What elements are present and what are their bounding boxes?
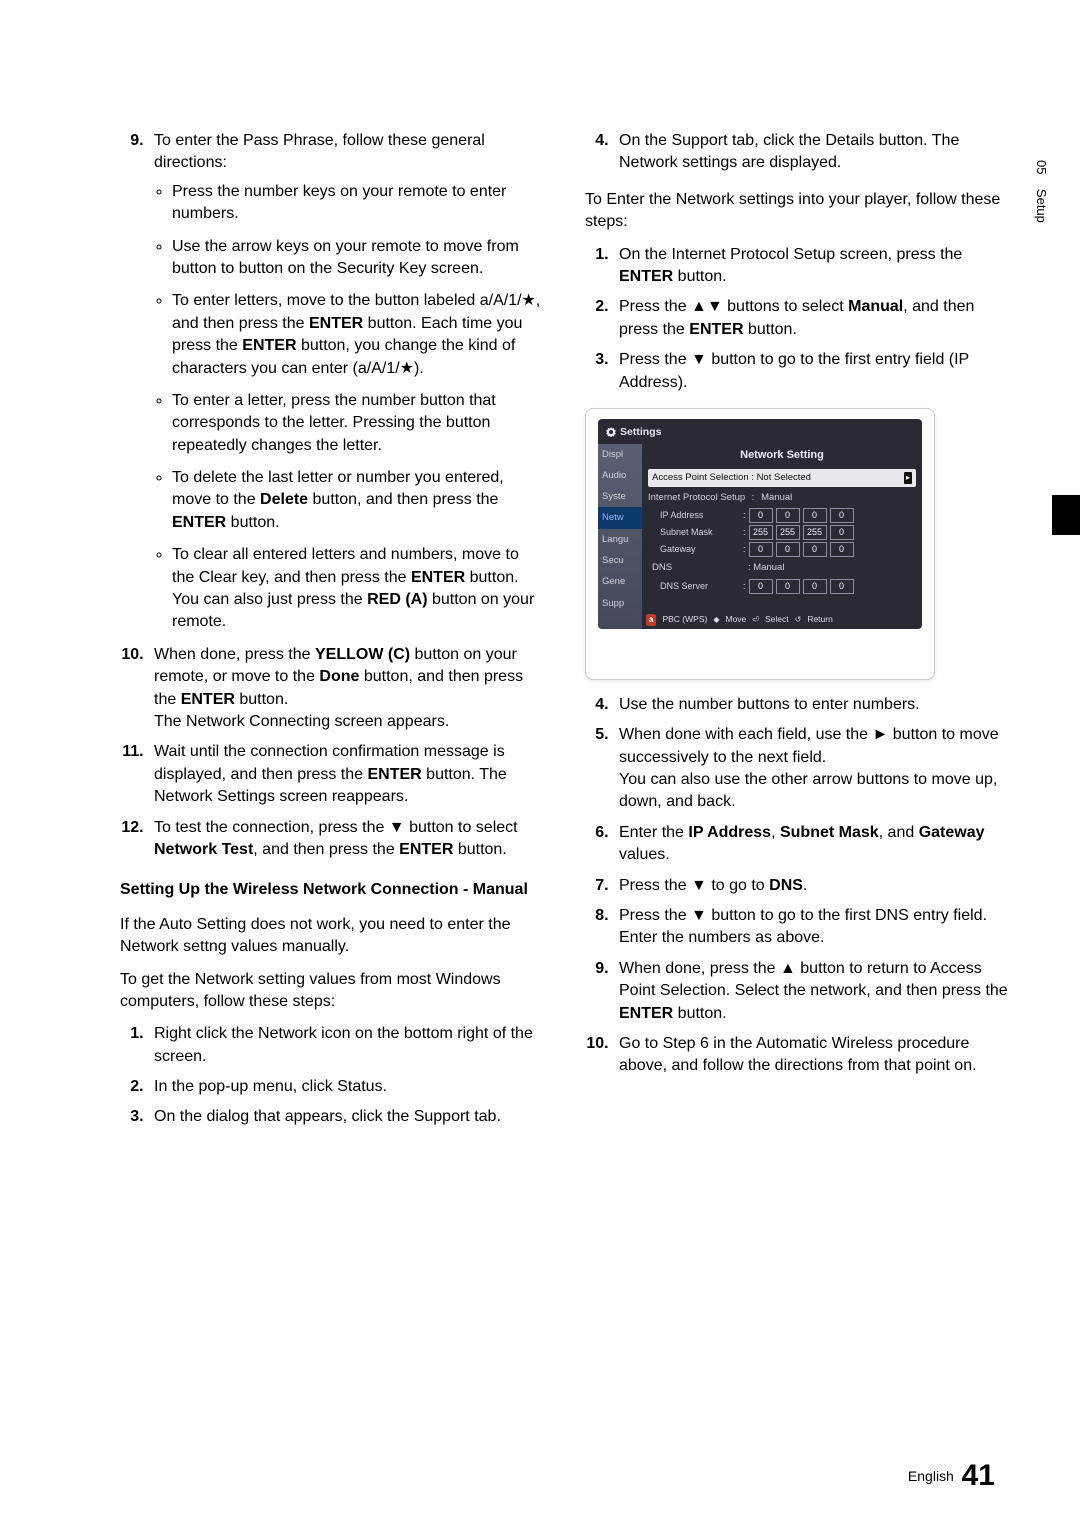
page-footer: English 41 (908, 1455, 995, 1497)
osd-screen: Settings DisplAudioSysteNetwLanguSecuGen… (598, 419, 922, 629)
osd-main: Network Setting Access Point Selection :… (642, 444, 922, 629)
bullet: To clear all entered letters and numbers… (172, 544, 545, 634)
osd-foot-select: Select (765, 614, 789, 626)
osd-dns-row: DNS : Manual (652, 561, 916, 574)
enter-icon: ⏎ (752, 614, 759, 625)
edge-tab (1052, 495, 1080, 535)
osd-footer: a PBC (WPS) ◆ Move ⏎ Select ↺ Return (646, 614, 916, 626)
footer-language: English (908, 1468, 954, 1484)
paragraph: To get the Network setting values from m… (120, 969, 545, 1014)
p-step-5: When done with each field, use the ► but… (613, 724, 1010, 814)
osd-body: DisplAudioSysteNetwLanguSecuGeneSupp Net… (598, 444, 922, 629)
osd-ip-row: Gateway: 0000 (660, 542, 916, 557)
ip-octet: 0 (830, 525, 854, 540)
section-heading: Setting Up the Wireless Network Connecti… (120, 879, 545, 901)
ip-octet: 0 (803, 508, 827, 523)
content-columns: To enter the Pass Phrase, follow these g… (120, 130, 1010, 1143)
steps-list-9: To enter the Pass Phrase, follow these g… (120, 130, 545, 861)
ip-octet: 0 (749, 508, 773, 523)
step-9-lead: To enter the Pass Phrase, follow these g… (154, 132, 485, 171)
steps-list-player-cont: Use the number buttons to enter numbers.… (585, 694, 1010, 1078)
bullet: Use the arrow keys on your remote to mov… (172, 236, 545, 281)
manual-page: 05 Setup To enter the Pass Phrase, follo… (0, 0, 1080, 1532)
step-10: When done, press the YELLOW (C) button o… (148, 644, 545, 734)
bullet: To delete the last letter or number you … (172, 467, 545, 534)
p-step-8: Press the ▼ button to go to the first DN… (613, 905, 1010, 950)
gear-icon (606, 427, 616, 437)
chapter-number: 05 (1034, 160, 1049, 174)
ip-octet: 0 (776, 542, 800, 557)
osd-ap-select: Access Point Selection : Not Selected ▸ (648, 469, 916, 487)
p-step-3: Press the ▼ button to go to the first en… (613, 349, 1010, 394)
left-column: To enter the Pass Phrase, follow these g… (120, 130, 545, 1143)
osd-foot-return: Return (807, 614, 833, 626)
ip-octet: 0 (830, 542, 854, 557)
a-key-icon: a (646, 614, 656, 625)
ip-octet: 255 (776, 525, 800, 540)
osd-sidebar-item: Displ (598, 444, 642, 465)
osd-header: Settings (598, 419, 922, 444)
p-step-10: Go to Step 6 in the Automatic Wireless p… (613, 1033, 1010, 1078)
osd-ip-row: IP Address: 0000 (660, 508, 916, 523)
chevron-right-icon: ▸ (904, 472, 912, 483)
win-step-4: On the Support tab, click the Details bu… (613, 130, 1010, 175)
osd-sidebar-item: Syste (598, 486, 642, 507)
intro-paragraph: To Enter the Network settings into your … (585, 189, 1010, 234)
osd-sidebar-item: Langu (598, 529, 642, 550)
p-step-7: Press the ▼ to go to DNS. (613, 875, 1010, 897)
ip-octet: 255 (749, 525, 773, 540)
osd-ip-row: Subnet Mask: 2552552550 (660, 525, 916, 540)
osd-sidebar-item: Secu (598, 550, 642, 571)
win-step-3: On the dialog that appears, click the Su… (148, 1106, 545, 1128)
return-icon: ↺ (795, 614, 802, 625)
osd-ips-row: Internet Protocol Setup : Manual (648, 491, 916, 504)
osd-ap-row: Access Point Selection : Not Selected ▸ (648, 469, 916, 487)
right-column: On the Support tab, click the Details bu… (585, 130, 1010, 1143)
ip-octet: 0 (749, 542, 773, 557)
ip-octet: 0 (776, 508, 800, 523)
updown-icon: ◆ (713, 614, 719, 625)
osd-foot-pbc: PBC (WPS) (662, 614, 707, 626)
bullet: Press the number keys on your remote to … (172, 181, 545, 226)
p-step-1: On the Internet Protocol Setup screen, p… (613, 244, 1010, 289)
osd-figure: Settings DisplAudioSysteNetwLanguSecuGen… (585, 408, 935, 680)
osd-foot-move: Move (725, 614, 746, 626)
step-11: Wait until the connection confirmation m… (148, 741, 545, 808)
osd-sidebar: DisplAudioSysteNetwLanguSecuGeneSupp (598, 444, 642, 629)
step-9: To enter the Pass Phrase, follow these g… (148, 130, 545, 634)
ip-octet: 0 (803, 542, 827, 557)
osd-panel-title: Network Setting (648, 448, 916, 463)
ip-octet: 255 (803, 525, 827, 540)
osd-header-title: Settings (620, 425, 661, 440)
step-12: To test the connection, press the ▼ butt… (148, 817, 545, 862)
win-step-1: Right click the Network icon on the bott… (148, 1023, 545, 1068)
ip-octet: 0 (830, 508, 854, 523)
step-9-bullets: Press the number keys on your remote to … (154, 181, 545, 634)
paragraph: If the Auto Setting does not work, you n… (120, 914, 545, 959)
steps-list-windows: Right click the Network icon on the bott… (120, 1023, 545, 1129)
bullet: To enter a letter, press the number butt… (172, 390, 545, 457)
osd-sidebar-item: Gene (598, 571, 642, 592)
osd-sidebar-item: Audio (598, 465, 642, 486)
win-step-2: In the pop-up menu, click Status. (148, 1076, 545, 1098)
p-step-2: Press the ▲▼ buttons to select Manual, a… (613, 296, 1010, 341)
side-tab: 05 Setup (1032, 160, 1050, 223)
osd-sidebar-item: Netw (598, 507, 642, 528)
p-step-4: Use the number buttons to enter numbers. (613, 694, 1010, 716)
osd-sidebar-item: Supp (598, 593, 642, 614)
chapter-title: Setup (1034, 189, 1049, 223)
footer-page-number: 41 (962, 1459, 995, 1492)
p-step-6: Enter the IP Address, Subnet Mask, and G… (613, 822, 1010, 867)
osd-dns-server-row: DNS Server: 0 0 0 0 (660, 579, 916, 594)
bullet: To enter letters, move to the button lab… (172, 290, 545, 380)
steps-list-cont: On the Support tab, click the Details bu… (585, 130, 1010, 175)
steps-list-player: On the Internet Protocol Setup screen, p… (585, 244, 1010, 394)
p-step-9: When done, press the ▲ button to return … (613, 958, 1010, 1025)
osd-ip-rows: IP Address: 0000 Subnet Mask: 2552552550 G… (648, 506, 916, 559)
